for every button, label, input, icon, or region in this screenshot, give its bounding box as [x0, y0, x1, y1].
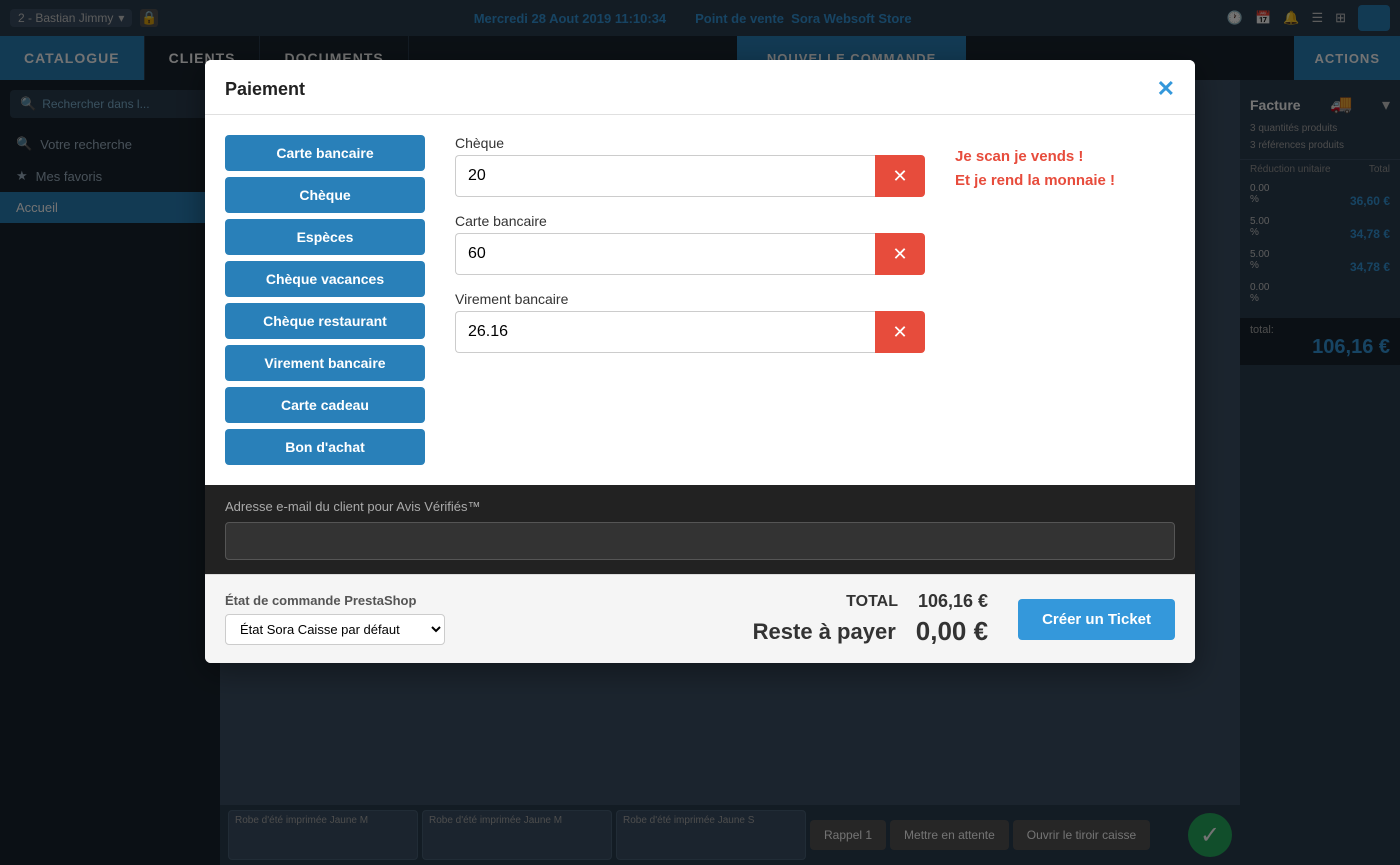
- create-ticket-button[interactable]: Créer un Ticket: [1018, 599, 1175, 640]
- totals-and-btn: TOTAL 106,16 € Reste à payer 0,00 € Crée…: [753, 591, 1175, 647]
- payment-entry-2: Virement bancaire ✕: [455, 291, 925, 353]
- entry-input-2[interactable]: [455, 311, 875, 353]
- entry-label-1: Carte bancaire: [455, 213, 925, 229]
- payment-entry-1: Carte bancaire ✕: [455, 213, 925, 275]
- payment-entries: Chèque ✕ Carte bancaire ✕ Virement banca…: [455, 135, 925, 465]
- pay-btn-cheque-vacances[interactable]: Chèque vacances: [225, 261, 425, 297]
- modal-footer: État de commande PrestaShop État Sora Ca…: [205, 574, 1195, 663]
- payment-modal: Paiement ✕ Carte bancaire Chèque Espèces…: [205, 60, 1195, 663]
- pay-btn-cheque[interactable]: Chèque: [225, 177, 425, 213]
- order-state-section: État de commande PrestaShop État Sora Ca…: [225, 593, 445, 645]
- entry-label-2: Virement bancaire: [455, 291, 925, 307]
- entry-input-row-2: ✕: [455, 311, 925, 353]
- entry-remove-1[interactable]: ✕: [875, 233, 925, 275]
- entry-input-1[interactable]: [455, 233, 875, 275]
- payment-entry-0: Chèque ✕: [455, 135, 925, 197]
- order-state-select[interactable]: État Sora Caisse par défaut: [225, 614, 445, 645]
- total-row: TOTAL 106,16 €: [846, 591, 988, 612]
- pay-btn-bon-achat[interactable]: Bon d'achat: [225, 429, 425, 465]
- entry-label-0: Chèque: [455, 135, 925, 151]
- resta-label: Reste à payer: [753, 619, 896, 645]
- pay-btn-carte-cadeau[interactable]: Carte cadeau: [225, 387, 425, 423]
- entry-input-0[interactable]: [455, 155, 875, 197]
- pay-btn-virement[interactable]: Virement bancaire: [225, 345, 425, 381]
- entry-remove-0[interactable]: ✕: [875, 155, 925, 197]
- email-input[interactable]: [225, 522, 1175, 560]
- resta-amount: 0,00 €: [916, 616, 988, 647]
- total-label: TOTAL: [846, 593, 898, 611]
- payment-methods-list: Carte bancaire Chèque Espèces Chèque vac…: [225, 135, 425, 465]
- modal-body: Carte bancaire Chèque Espèces Chèque vac…: [205, 115, 1195, 485]
- total-amount: 106,16 €: [918, 591, 988, 612]
- order-state-label: État de commande PrestaShop: [225, 593, 445, 608]
- entry-remove-2[interactable]: ✕: [875, 311, 925, 353]
- modal-header: Paiement ✕: [205, 60, 1195, 115]
- entry-input-row-1: ✕: [455, 233, 925, 275]
- totals-area: TOTAL 106,16 € Reste à payer 0,00 €: [753, 591, 988, 647]
- pay-btn-carte-bancaire[interactable]: Carte bancaire: [225, 135, 425, 171]
- entry-input-row-0: ✕: [455, 155, 925, 197]
- info-line-2: Et je rend la monnaie !: [955, 169, 1175, 193]
- info-line-1: Je scan je vends !: [955, 145, 1175, 169]
- pay-btn-cheque-restaurant[interactable]: Chèque restaurant: [225, 303, 425, 339]
- info-panel: Je scan je vends ! Et je rend la monnaie…: [955, 135, 1175, 465]
- email-label: Adresse e-mail du client pour Avis Vérif…: [225, 499, 1175, 514]
- modal-close-button[interactable]: ✕: [1157, 76, 1175, 102]
- modal-title: Paiement: [225, 79, 305, 100]
- pay-btn-especes[interactable]: Espèces: [225, 219, 425, 255]
- modal-overlay: Paiement ✕ Carte bancaire Chèque Espèces…: [0, 0, 1400, 865]
- resta-row: Reste à payer 0,00 €: [753, 616, 988, 647]
- email-section: Adresse e-mail du client pour Avis Vérif…: [205, 485, 1195, 574]
